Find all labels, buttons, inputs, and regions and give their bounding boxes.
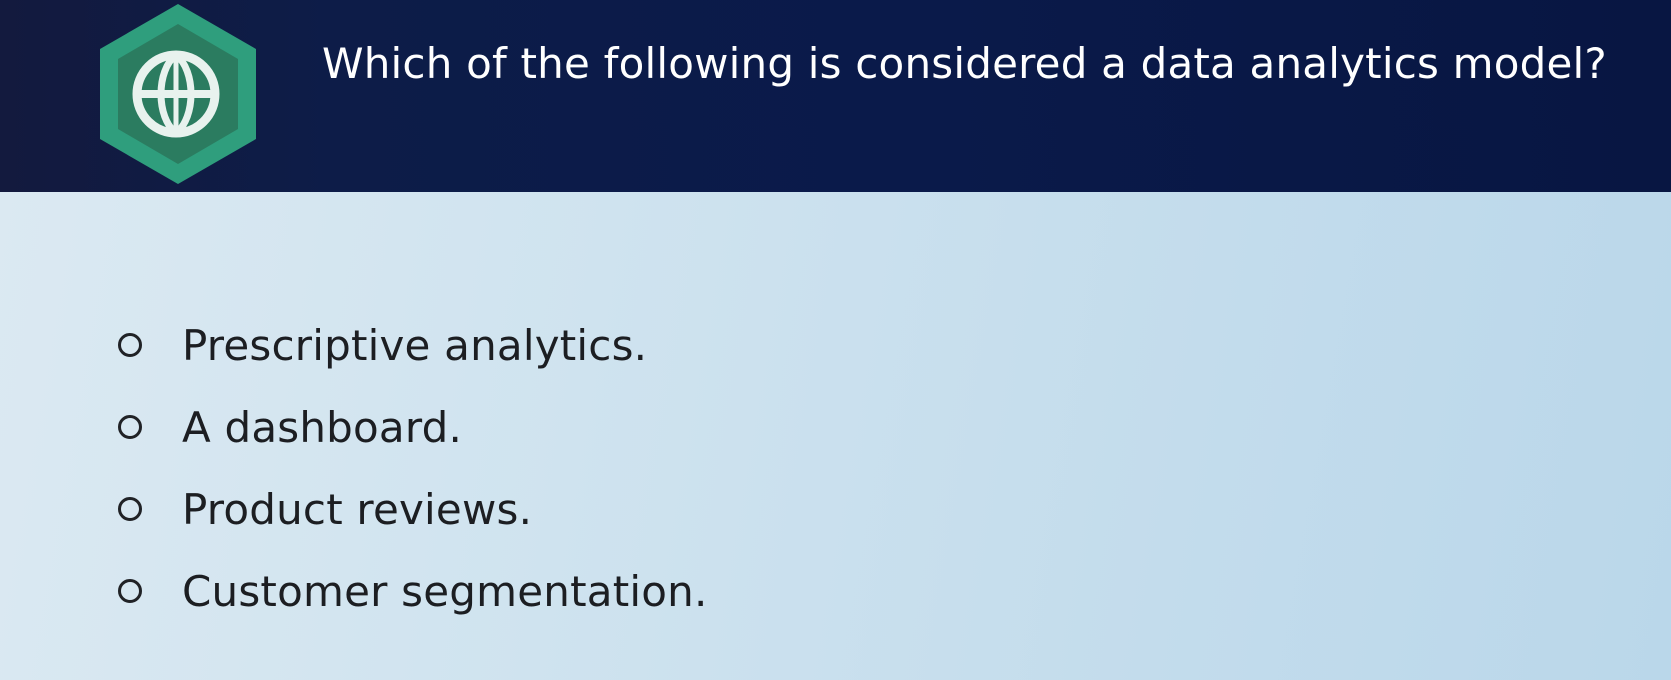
answer-options: Prescriptive analytics. A dashboard. Pro… <box>118 304 708 632</box>
answer-option-label: Product reviews. <box>182 484 533 534</box>
answer-area: Prescriptive analytics. A dashboard. Pro… <box>0 192 1671 680</box>
answer-option-dashboard[interactable]: A dashboard. <box>118 386 708 468</box>
answer-option-label: Customer segmentation. <box>182 566 708 616</box>
answer-option-label: A dashboard. <box>182 402 463 452</box>
answer-option-prescriptive-analytics[interactable]: Prescriptive analytics. <box>118 304 708 386</box>
radio-button-icon[interactable] <box>118 333 142 357</box>
answer-option-label: Prescriptive analytics. <box>182 320 648 370</box>
question-header: Which of the following is considered a d… <box>0 0 1671 192</box>
radio-button-icon[interactable] <box>118 497 142 521</box>
answer-option-product-reviews[interactable]: Product reviews. <box>118 468 708 550</box>
answer-option-customer-segmentation[interactable]: Customer segmentation. <box>118 550 708 632</box>
radio-button-icon[interactable] <box>118 415 142 439</box>
question-text: Which of the following is considered a d… <box>322 39 1607 88</box>
radio-button-icon[interactable] <box>118 579 142 603</box>
question-badge <box>96 4 260 184</box>
globe-icon <box>100 4 256 184</box>
